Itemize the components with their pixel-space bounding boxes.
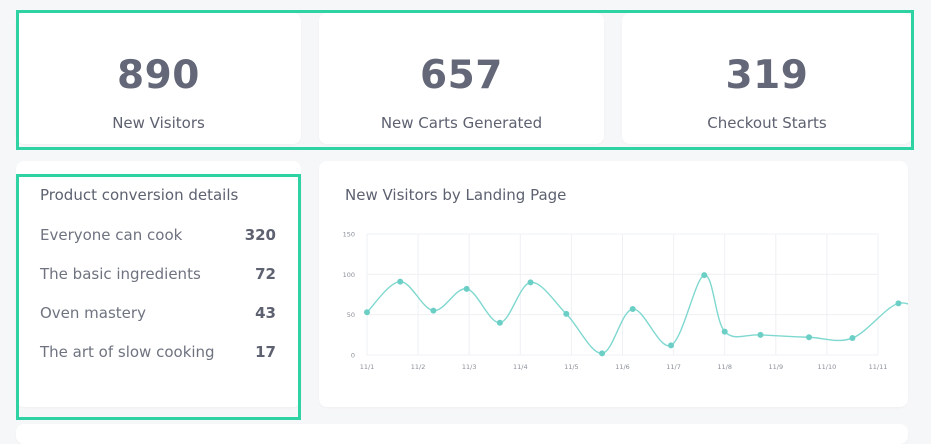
data-point xyxy=(563,310,570,317)
stat-value: 657 xyxy=(420,53,503,98)
stat-label: New Visitors xyxy=(112,114,205,132)
data-point xyxy=(895,300,902,307)
product-count: 17 xyxy=(255,343,276,361)
x-tick-label: 11/10 xyxy=(818,363,837,371)
chart-title: New Visitors by Landing Page xyxy=(345,186,567,204)
data-point xyxy=(364,309,370,316)
list-item: The art of slow cooking 17 xyxy=(40,341,276,363)
data-point xyxy=(721,328,728,335)
product-name: Oven mastery xyxy=(40,304,146,322)
y-tick-label: 50 xyxy=(347,311,355,319)
data-point xyxy=(397,278,404,285)
x-tick-label: 11/7 xyxy=(666,363,681,371)
x-tick-label: 11/9 xyxy=(768,363,783,371)
data-point xyxy=(527,279,534,286)
stat-value: 319 xyxy=(725,53,809,98)
stat-label: New Carts Generated xyxy=(380,114,543,132)
data-point xyxy=(463,285,470,292)
x-tick-label: 11/1 xyxy=(360,363,375,371)
x-tick-label: 11/5 xyxy=(564,363,579,371)
x-tick-label: 11/11 xyxy=(869,363,888,371)
x-tick-label: 11/3 xyxy=(462,363,477,371)
product-count: 320 xyxy=(244,226,276,244)
data-point xyxy=(757,331,764,338)
data-point xyxy=(806,334,813,341)
y-tick-label: 0 xyxy=(351,352,355,360)
data-point xyxy=(849,335,856,342)
stat-card-visitors: 890 New Visitors xyxy=(16,13,301,144)
conversion-title: Product conversion details xyxy=(40,186,239,204)
y-tick-label: 100 xyxy=(343,271,355,279)
stat-value: 890 xyxy=(117,53,200,98)
data-point xyxy=(430,307,437,314)
y-tick-label: 150 xyxy=(343,231,355,239)
product-name: The basic ingredients xyxy=(40,265,201,283)
stat-card-checkouts: 319 Checkout Starts xyxy=(622,13,912,144)
list-item: Everyone can cook 320 xyxy=(40,224,276,246)
x-tick-label: 11/2 xyxy=(411,363,426,371)
bottom-card xyxy=(16,424,908,444)
x-tick-label: 11/8 xyxy=(717,363,732,371)
stat-card-carts: 657 New Carts Generated xyxy=(319,13,604,144)
data-point xyxy=(599,350,606,357)
product-count: 43 xyxy=(255,304,276,322)
x-tick-label: 11/4 xyxy=(513,363,528,371)
stat-label: Checkout Starts xyxy=(707,114,827,132)
product-count: 72 xyxy=(255,265,276,283)
data-point xyxy=(496,319,503,326)
list-item: Oven mastery 43 xyxy=(40,302,276,324)
product-name: Everyone can cook xyxy=(40,226,183,244)
x-tick-label: 11/6 xyxy=(615,363,630,371)
data-point xyxy=(668,342,675,349)
data-point xyxy=(629,306,636,313)
data-point xyxy=(701,272,708,279)
list-item: The basic ingredients 72 xyxy=(40,263,276,285)
product-name: The art of slow cooking xyxy=(40,343,215,361)
